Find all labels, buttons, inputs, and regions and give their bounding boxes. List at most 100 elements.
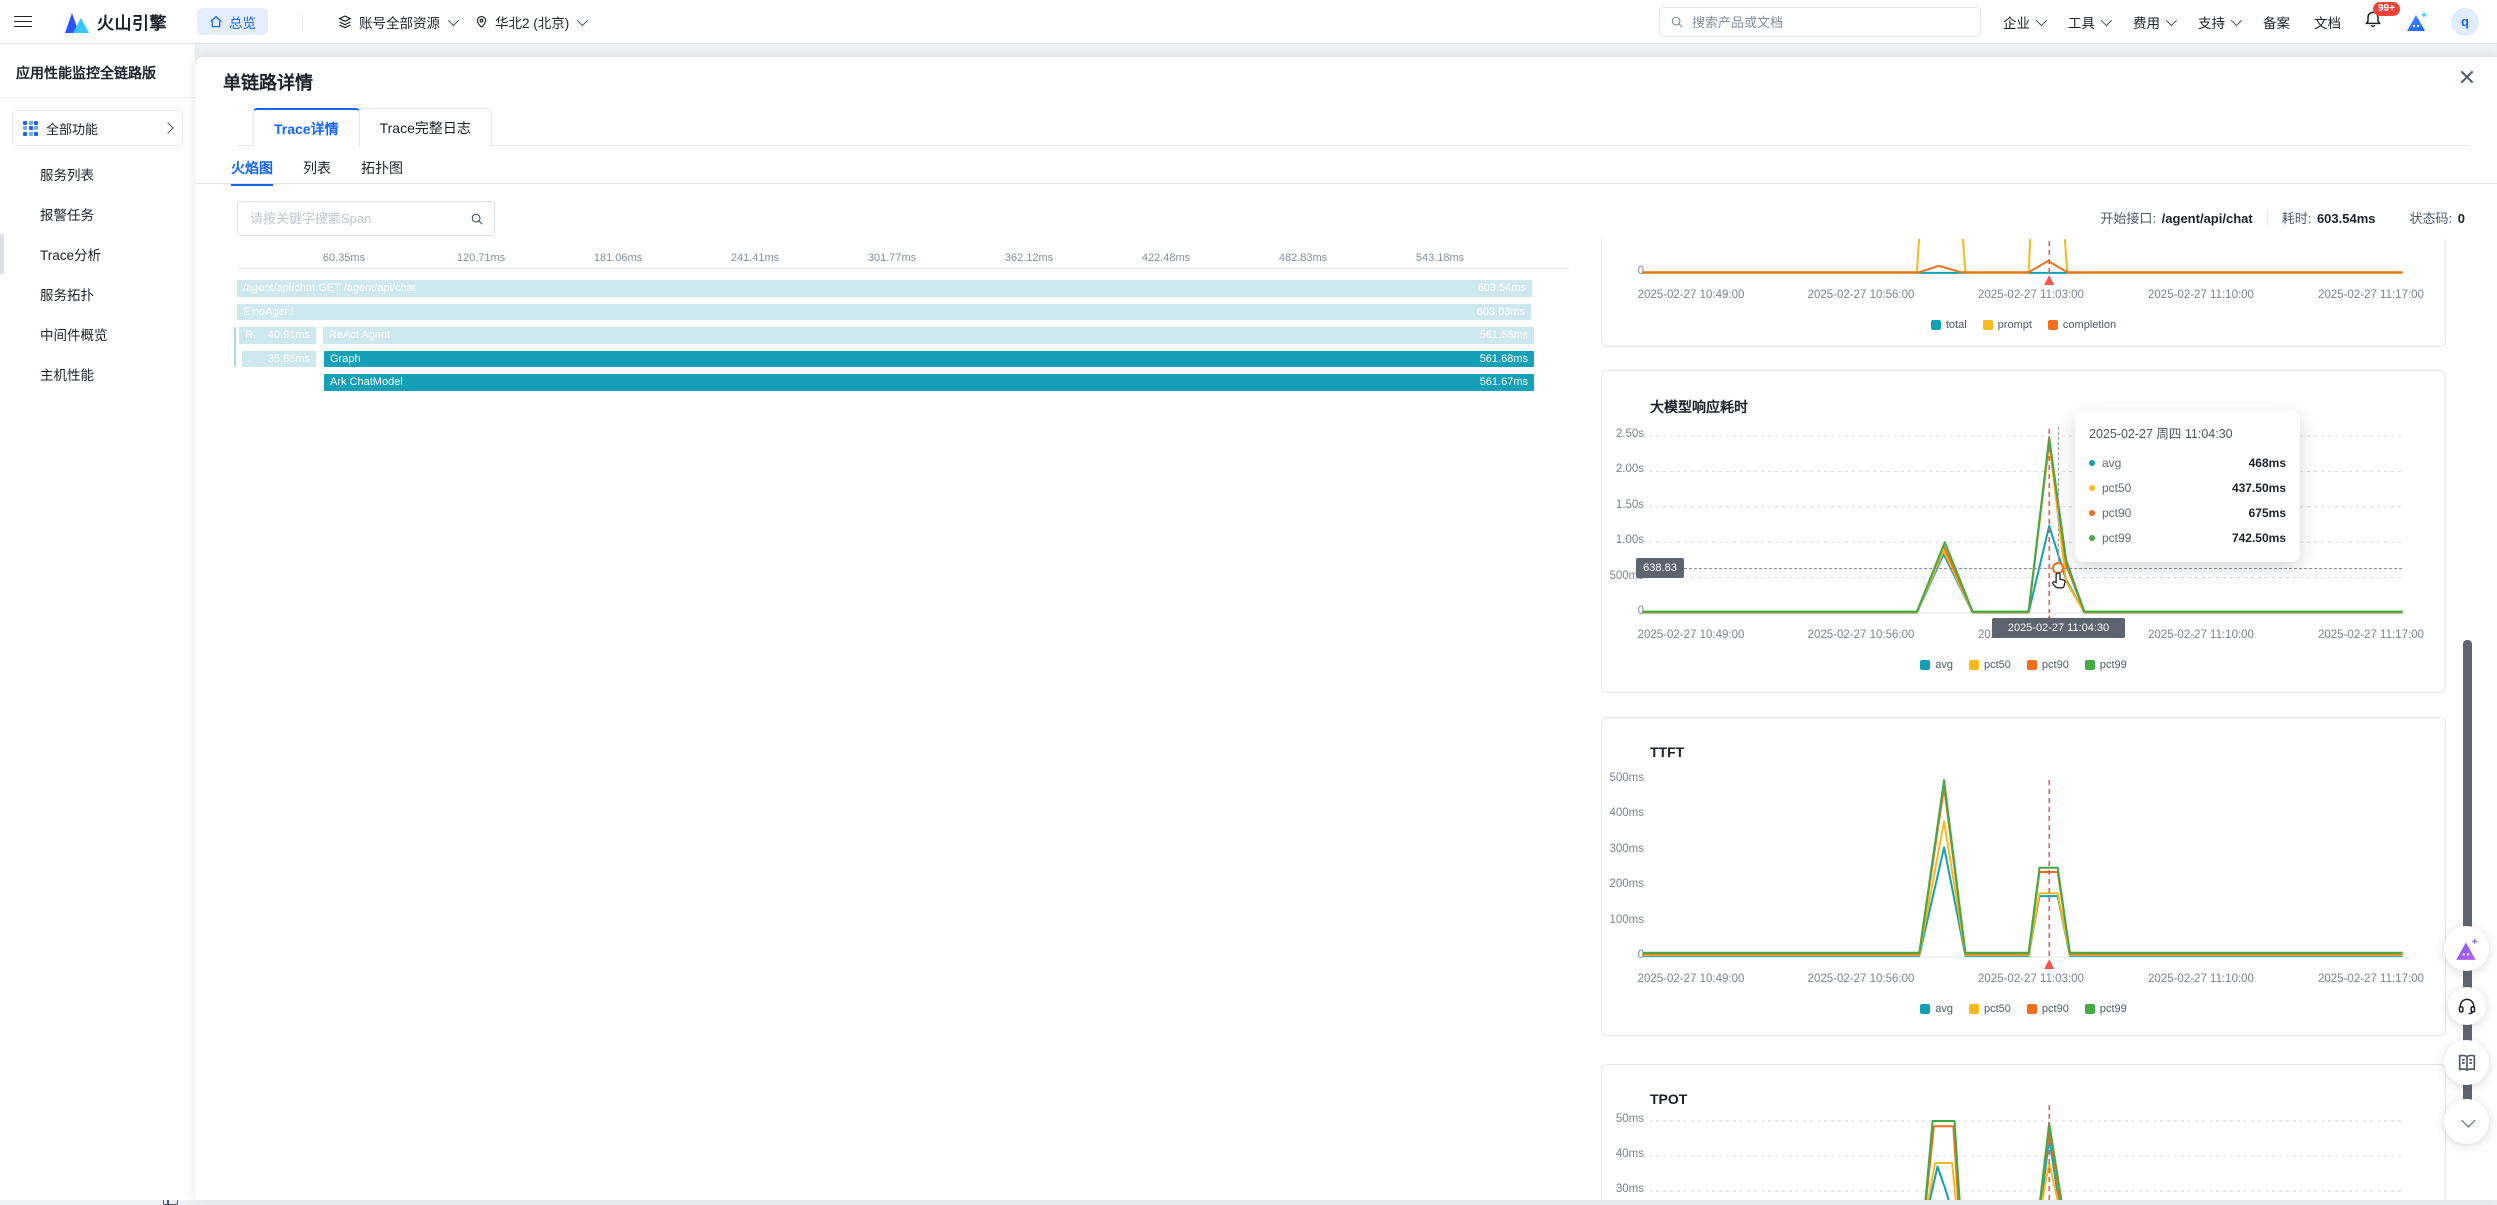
subtab-flame-graph[interactable]: 火焰图 [231, 158, 273, 186]
span-bar-react-agent[interactable]: ReAct Agent561.66ms [323, 327, 1534, 344]
ruler-tick-label: 60.35ms [323, 252, 365, 264]
sidebar-item-Trace分析[interactable]: Trace分析 [0, 234, 195, 274]
y-tick-label: 200ms [1602, 878, 1644, 890]
subtab-topology[interactable]: 拓扑图 [361, 158, 403, 186]
topbar-nav-费用[interactable]: 费用 [2133, 12, 2174, 32]
span-search-input[interactable] [248, 210, 462, 227]
overview-button[interactable]: 总览 [197, 8, 268, 35]
y-tick-label: 300ms [1602, 843, 1644, 855]
legend-item-avg[interactable]: avg [1920, 1003, 1953, 1015]
ai-assistant-topbar-icon[interactable] [2405, 10, 2429, 34]
y-tick-label: 500ms [1602, 772, 1644, 784]
legend-item-pct99[interactable]: pct99 [2085, 1003, 2127, 1015]
series-line-pct50 [1642, 821, 2402, 955]
resource-selector[interactable]: 账号全部资源 [337, 12, 456, 32]
topbar-nav-文档[interactable]: 文档 [2314, 12, 2341, 32]
chevron-down-icon [2036, 14, 2047, 25]
tab-trace-full-log[interactable]: Trace完整日志 [359, 108, 492, 146]
series-line-pct90 [1642, 1126, 2402, 1200]
topbar-nav-工具[interactable]: 工具 [2068, 12, 2109, 32]
crosshair-time-badge: 2025-02-27 11:04:30 [1992, 618, 2125, 638]
span-bar-graph[interactable]: Graph561.68ms [324, 351, 1534, 368]
span-bar-ark-chatmodel[interactable]: Ark ChatModel561.67ms [324, 374, 1534, 391]
chevron-down-icon [2166, 14, 2177, 25]
y-tick-label: 30ms [1602, 1183, 1644, 1195]
chart-title: TTFT [1650, 744, 1684, 760]
chart-canvas[interactable] [1602, 718, 2447, 1037]
x-tick-label: 2025-02-27 11:10:00 [2126, 289, 2276, 301]
product-search-input[interactable]: 搜索产品或文档 [1659, 7, 1981, 37]
topbar-nav-企业[interactable]: 企业 [2003, 12, 2044, 32]
legend-item-total[interactable]: total [1931, 319, 1967, 331]
tooltip-series-dot [2089, 485, 2095, 491]
topbar-nav-支持[interactable]: 支持 [2198, 12, 2239, 32]
divider [302, 13, 303, 31]
chart-panel-llm-latency: 大模型响应耗时 638.83 2025-02-27 11:04:30 2025-… [1601, 370, 2446, 693]
chart-panel-tpot: TPOT 30ms40ms50ms2025-02-27 10:49:002025… [1601, 1064, 2446, 1200]
support-button[interactable] [2448, 987, 2486, 1025]
sidebar-item-服务拓扑[interactable]: 服务拓扑 [0, 274, 195, 314]
x-tick-label: 2025-02-27 11:10:00 [2126, 973, 2276, 985]
chart-canvas[interactable] [1602, 1065, 2447, 1200]
all-features-button[interactable]: 全部功能 [12, 110, 183, 146]
close-icon[interactable] [2459, 69, 2475, 85]
series-line-avg [1642, 847, 2402, 956]
legend-swatch [2048, 320, 2058, 330]
tab-trace-detail[interactable]: Trace详情 [253, 108, 360, 147]
y-tick-label: 50ms [1602, 1113, 1644, 1125]
trace-time-marker [2044, 275, 2054, 285]
tooltip-series-dot [2089, 510, 2095, 516]
legend-swatch [2027, 1004, 2037, 1014]
hamburger-menu-icon[interactable] [14, 16, 32, 28]
metrics-column: 02025-02-27 10:49:002025-02-27 10:56:002… [1601, 239, 2461, 1200]
crosshair-horizontal-line [1649, 568, 2402, 569]
x-tick-label: 2025-02-27 11:17:00 [2296, 629, 2446, 641]
chart-title: 大模型响应耗时 [1650, 397, 1748, 417]
span-search-box[interactable] [237, 201, 495, 236]
legend-item-pct50[interactable]: pct50 [1969, 659, 2011, 671]
notification-badge: 99+ [2373, 2, 2400, 16]
docs-button[interactable] [2444, 1040, 2489, 1085]
avatar[interactable]: q [2451, 8, 2479, 36]
legend-item-avg[interactable]: avg [1920, 659, 1953, 671]
legend-item-completion[interactable]: completion [2048, 319, 2116, 331]
layers-icon [337, 14, 353, 30]
notifications-button[interactable]: 99+ [2363, 9, 2383, 34]
legend-item-pct99[interactable]: pct99 [2085, 659, 2127, 671]
region-selector[interactable]: 华北2 (北京) [474, 12, 585, 32]
legend-swatch [1969, 1004, 1979, 1014]
sidebar-item-服务列表[interactable]: 服务列表 [0, 154, 195, 194]
search-placeholder: 搜索产品或文档 [1692, 12, 1783, 31]
legend-item-pct50[interactable]: pct50 [1969, 1003, 2011, 1015]
crosshair-vertical-line [2058, 427, 2059, 577]
chart-legend: avg pct50 pct90 pct99 [1602, 1003, 2445, 1015]
chart-canvas[interactable] [1602, 371, 2447, 694]
headset-icon [2457, 996, 2477, 1016]
subtab-list[interactable]: 列表 [303, 158, 331, 186]
legend-item-pct90[interactable]: pct90 [2027, 659, 2069, 671]
span-bar-small-1[interactable]: R.40.91ms [239, 327, 316, 344]
brand-logo[interactable]: 火山引擎 [64, 9, 167, 34]
flame-ruler-line [237, 268, 1569, 269]
span-bar-small-2[interactable]: .35.85ms [242, 351, 316, 368]
sidebar-title: 应用性能监控全链路版 [0, 43, 195, 98]
ruler-tick-label: 301.77ms [868, 252, 916, 264]
legend-item-prompt[interactable]: prompt [1983, 319, 2032, 331]
ruler-tick-label: 241.41ms [731, 252, 779, 264]
sidebar-item-主机性能[interactable]: 主机性能 [0, 354, 195, 394]
chevron-down-icon [2231, 14, 2242, 25]
series-line-pct50 [1642, 1163, 2402, 1200]
ai-assistant-button[interactable] [2444, 926, 2489, 971]
sidebar-item-中间件概览[interactable]: 中间件概览 [0, 314, 195, 354]
mouse-cursor [2051, 572, 2069, 590]
span-bar-einoagent[interactable]: EinoAgent603.03ms [237, 304, 1531, 321]
flame-collapse-guide [234, 327, 236, 367]
sidebar-item-报警任务[interactable]: 报警任务 [0, 194, 195, 234]
home-icon [209, 15, 223, 29]
legend-item-pct90[interactable]: pct90 [2027, 1003, 2069, 1015]
span-bar-root[interactable]: /agent/api/chat GET /agent/api/chat603.5… [237, 280, 1532, 297]
trace-info: 开始接口: /agent/api/chat 耗时: 603.54ms 状态码: … [2100, 201, 2465, 234]
collapse-widgets-button[interactable] [2444, 1099, 2489, 1144]
chevron-down-icon [2101, 14, 2112, 25]
topbar-nav-备案[interactable]: 备案 [2263, 12, 2290, 32]
